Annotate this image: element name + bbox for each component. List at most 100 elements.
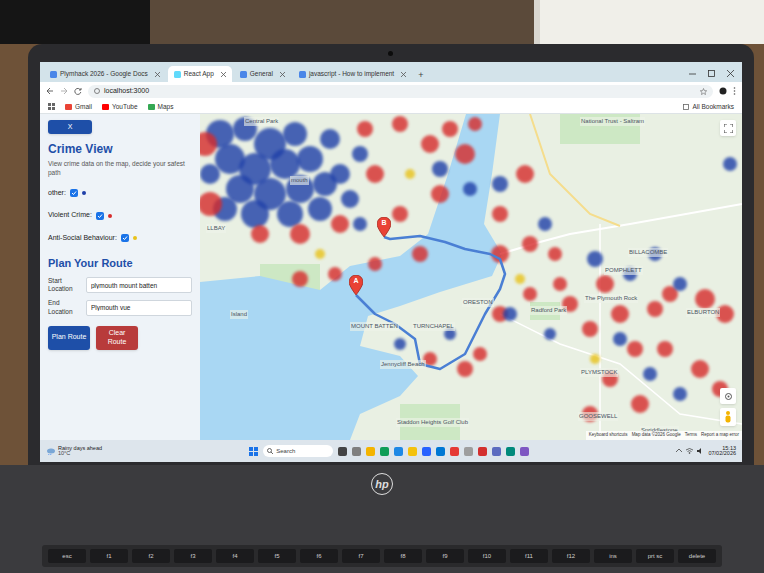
crime-dot[interactable] <box>587 251 603 267</box>
crime-dot[interactable] <box>695 289 715 309</box>
crime-dot[interactable] <box>516 165 534 183</box>
key[interactable]: f1 <box>90 549 128 563</box>
attribution-text[interactable]: Report a map error <box>701 432 739 439</box>
crime-dot[interactable] <box>320 129 340 149</box>
route-marker[interactable]: A <box>349 275 363 295</box>
crime-dot[interactable] <box>691 360 709 378</box>
crime-dot[interactable] <box>394 338 406 350</box>
crime-dot[interactable] <box>611 305 629 323</box>
new-tab-button[interactable]: + <box>414 71 427 82</box>
crime-dot[interactable] <box>523 287 537 301</box>
crime-dot[interactable] <box>643 367 657 381</box>
key[interactable]: f11 <box>510 549 548 563</box>
crime-dot[interactable] <box>200 132 217 156</box>
location-input[interactable] <box>86 300 192 316</box>
crime-dot[interactable] <box>200 164 220 184</box>
crime-dot[interactable] <box>582 321 598 337</box>
crime-dot[interactable] <box>283 122 307 146</box>
crime-dot[interactable] <box>328 267 342 281</box>
crime-dot[interactable] <box>308 197 332 221</box>
crime-dot[interactable] <box>366 165 384 183</box>
crime-dot[interactable] <box>241 200 269 228</box>
filter-row[interactable]: Anti-Social Behaviour: <box>48 233 192 244</box>
crime-dot[interactable] <box>431 185 449 203</box>
crime-dot[interactable] <box>292 271 308 287</box>
crime-dot[interactable] <box>723 157 737 171</box>
crime-dot[interactable] <box>673 387 687 401</box>
route-marker[interactable]: B <box>377 217 391 237</box>
location-button[interactable] <box>720 388 736 404</box>
crime-dot[interactable] <box>596 275 614 293</box>
crime-dot[interactable] <box>522 236 538 252</box>
crime-dot[interactable] <box>647 301 663 317</box>
key[interactable]: f9 <box>426 549 464 563</box>
crime-dot[interactable] <box>553 277 567 291</box>
crime-dot[interactable] <box>432 161 448 177</box>
url-field[interactable]: localhost:3000 <box>88 85 713 98</box>
bookmark[interactable]: Gmail <box>65 102 92 112</box>
route-button[interactable]: Plan Route <box>48 326 90 350</box>
crime-dot[interactable] <box>590 354 600 364</box>
crime-dot[interactable] <box>412 246 428 262</box>
crime-dot[interactable] <box>657 341 673 357</box>
attribution-text[interactable]: Keyboard shortcuts <box>589 432 628 439</box>
crime-dot[interactable] <box>515 274 525 284</box>
crime-dot[interactable] <box>503 307 517 321</box>
taskbar-search[interactable]: Search <box>263 445 333 457</box>
crime-dot[interactable] <box>673 277 687 291</box>
browser-tab[interactable]: javascript - How to implement <box>293 66 412 82</box>
browser-tab[interactable]: React App <box>168 66 232 82</box>
crime-dot[interactable] <box>290 224 310 244</box>
clock[interactable]: 15:1307/02/2026 <box>708 446 736 457</box>
crime-dot[interactable] <box>353 217 367 231</box>
filter-row[interactable]: Violent Crime: <box>48 210 192 221</box>
key[interactable]: f4 <box>216 549 254 563</box>
key[interactable]: f7 <box>342 549 380 563</box>
crime-dot[interactable] <box>455 144 475 164</box>
crime-dot[interactable] <box>473 347 487 361</box>
fullscreen-button[interactable] <box>720 120 736 136</box>
crime-dot[interactable] <box>492 176 508 192</box>
crime-dot[interactable] <box>405 169 415 179</box>
crime-dot[interactable] <box>613 332 627 346</box>
attribution-text[interactable]: Terms <box>685 432 697 439</box>
key[interactable]: ins <box>594 549 632 563</box>
crime-dot[interactable] <box>297 146 323 172</box>
crime-dot[interactable] <box>341 190 359 208</box>
filter-checkbox[interactable] <box>96 212 104 220</box>
key[interactable]: f12 <box>552 549 590 563</box>
crime-dot[interactable] <box>357 121 373 137</box>
key[interactable]: prt sc <box>636 549 674 563</box>
crime-dot[interactable] <box>468 117 482 131</box>
crime-dot[interactable] <box>368 257 382 271</box>
crime-dot[interactable] <box>330 164 350 184</box>
filter-row[interactable]: other: <box>48 188 192 199</box>
bookmark[interactable]: YouTube <box>102 102 138 112</box>
street-view-button[interactable] <box>720 408 736 426</box>
crime-dot[interactable] <box>421 135 439 153</box>
crime-dot[interactable] <box>457 361 473 377</box>
map[interactable]: Central ParkNational Trust - Saltrammout… <box>200 114 742 440</box>
weather-widget[interactable]: Rainy days ahead10°C <box>46 446 102 457</box>
filter-checkbox[interactable] <box>121 234 129 242</box>
key[interactable]: f8 <box>384 549 422 563</box>
crime-dot[interactable] <box>251 225 269 243</box>
browser-tab[interactable]: General <box>234 66 291 82</box>
key[interactable]: f6 <box>300 549 338 563</box>
key[interactable]: esc <box>48 549 86 563</box>
crime-dot[interactable] <box>548 247 562 261</box>
crime-dot[interactable] <box>392 206 408 222</box>
crime-dot[interactable] <box>331 215 349 233</box>
bookmark[interactable]: Maps <box>148 102 174 112</box>
key[interactable]: f2 <box>132 549 170 563</box>
key[interactable]: f5 <box>258 549 296 563</box>
crime-dot[interactable] <box>463 182 477 196</box>
crime-dot[interactable] <box>315 249 325 259</box>
crime-dot[interactable] <box>392 116 408 132</box>
crime-dot[interactable] <box>627 341 643 357</box>
crime-dot[interactable] <box>492 206 508 222</box>
key[interactable]: f3 <box>174 549 212 563</box>
close-button[interactable]: X <box>48 120 92 134</box>
browser-tab[interactable]: Plymhack 2026 - Google Docs <box>44 66 166 82</box>
crime-dot[interactable] <box>544 328 556 340</box>
